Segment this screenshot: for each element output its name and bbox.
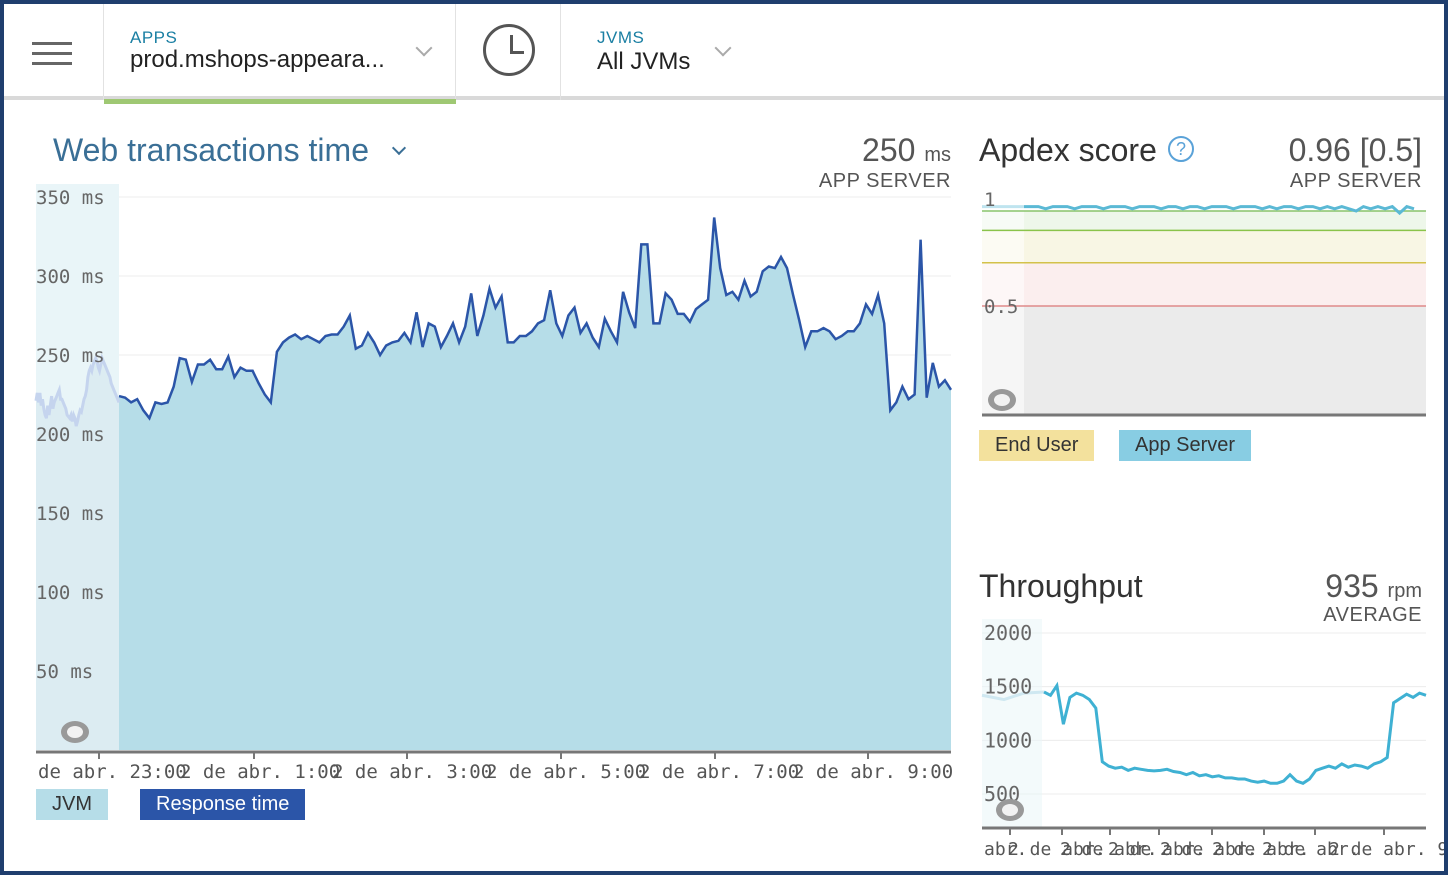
y-tick-label: 350 ms (36, 187, 105, 209)
legend-response-time[interactable]: Response time (140, 789, 306, 820)
y-tick-label: 150 ms (36, 503, 105, 525)
x-tick-label: 2 de abr. 9:00 (793, 761, 953, 783)
y-tick-label: 1500 (984, 675, 1032, 699)
y-tick-label: 2000 (984, 621, 1032, 645)
y-tick-label: 0.5 (984, 296, 1018, 318)
chevron-down-icon (391, 140, 406, 156)
eye-icon-pupil (1002, 804, 1018, 816)
apdex-band-fair (982, 262, 1426, 306)
web-transactions-value-number: 250 (862, 132, 916, 168)
web-transactions-title[interactable]: Web transactions time (53, 132, 406, 169)
web-transactions-title-text: Web transactions time (53, 132, 369, 168)
eye-icon-pupil (994, 394, 1010, 406)
y-tick-label: 250 ms (36, 345, 105, 367)
y-tick-label: 100 ms (36, 582, 105, 604)
y-tick-label: 1 (984, 189, 995, 211)
response-time-area (119, 217, 951, 750)
app-frame: APPS prod.mshops-appeara... JVMS All JVM… (4, 4, 1444, 871)
top-bar: APPS prod.mshops-appeara... JVMS All JVM… (4, 4, 1444, 104)
apps-active-underline (104, 99, 456, 104)
x-tick-label: 2 de abr. 7:00 (639, 761, 799, 783)
apdex-value: 0.96 [0.5] (1288, 132, 1422, 168)
y-tick-label: 200 ms (36, 424, 105, 446)
apps-label: APPS (130, 28, 178, 47)
y-tick-label: 50 ms (36, 661, 93, 683)
x-tick-label: 2 de abr. 3:00 (332, 761, 492, 783)
app-name: prod.mshops-appeara... (130, 46, 385, 73)
throughput-value: 935 rpm (1224, 568, 1422, 605)
eye-icon-pupil (67, 726, 83, 738)
jvms-selector[interactable]: JVMS All JVMs (561, 4, 811, 100)
chevron-down-icon (415, 39, 433, 57)
throughput-line (1043, 681, 1427, 785)
legend-jvm[interactable]: JVM (36, 789, 108, 820)
web-transactions-chart[interactable]: 350 ms 300 ms 250 ms 200 ms 150 ms 100 ms 50 m… (4, 184, 964, 784)
throughput-chart[interactable]: 200015001000500abr.2 de abr.2 de abr.2 d… (974, 619, 1444, 864)
apps-selector[interactable]: APPS prod.mshops-appeara... (104, 4, 456, 104)
apdex-band-poor (982, 306, 1426, 414)
clock-icon[interactable] (456, 4, 561, 100)
legend-app-server[interactable]: App Server (1119, 430, 1252, 461)
y-tick-label: 1000 (984, 728, 1032, 752)
x-tick-label: 2 de abr. 9: (1329, 839, 1444, 860)
jvms-value: All JVMs (597, 48, 691, 75)
chevron-down-icon (714, 39, 732, 57)
apdex-chart[interactable]: 10.5 (974, 182, 1426, 422)
apdex-band-excellent (982, 210, 1426, 231)
menu-icon[interactable] (4, 4, 104, 100)
legend-end-user[interactable]: End User (979, 430, 1095, 461)
throughput-value-number: 935 (1325, 568, 1379, 604)
throughput-unit: rpm (1387, 580, 1422, 602)
x-tick-label: de abr. 23:00 (38, 761, 187, 783)
apdex-title: Apdex score (979, 132, 1157, 168)
help-icon[interactable]: ? (1168, 136, 1194, 162)
jvms-label: JVMS (597, 28, 645, 47)
x-tick-label: 2 de abr. 5:00 (486, 761, 646, 783)
apdex-band-good (982, 230, 1426, 263)
x-tick-label: 2 de abr. 1:00 (180, 761, 340, 783)
y-tick-label: 300 ms (36, 266, 105, 288)
throughput-title: Throughput (979, 568, 1143, 604)
web-transactions-value: 250 ms (784, 132, 951, 169)
web-transactions-unit: ms (924, 144, 951, 166)
